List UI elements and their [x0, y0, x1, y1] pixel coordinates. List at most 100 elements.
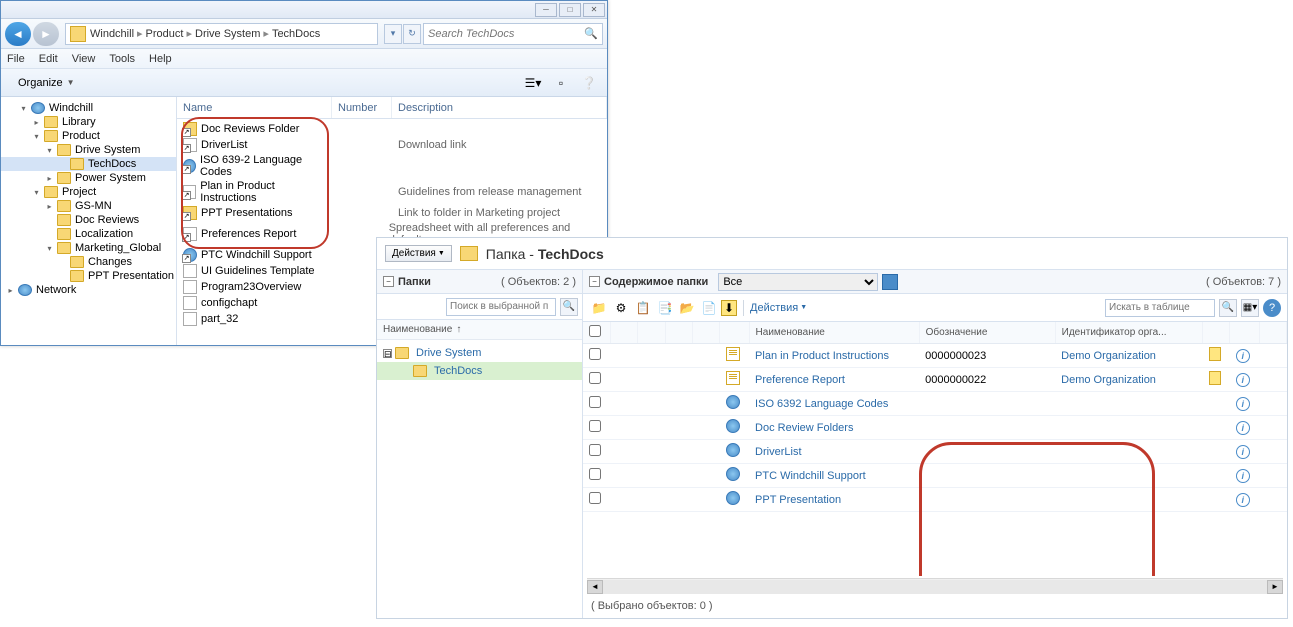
search-input[interactable] [428, 28, 584, 40]
tree-toggle-icon[interactable]: ▸ [31, 117, 42, 128]
close-button[interactable]: ✕ [583, 3, 605, 17]
new-folder-icon[interactable]: 📁 [589, 298, 609, 318]
scroll-left-button[interactable]: ◄ [587, 580, 603, 594]
tree-item[interactable]: Doc Reviews [1, 213, 176, 227]
tree-item[interactable]: ▾Drive System [1, 143, 176, 157]
column-number[interactable]: Number [332, 97, 392, 118]
breadcrumb[interactable]: Windchill▸ Product▸ Drive System▸ TechDo… [65, 23, 378, 45]
help-icon[interactable]: ? [1263, 299, 1281, 317]
tree-item[interactable]: ▾Marketing_Global [1, 241, 176, 255]
table-row[interactable]: Doc Review Foldersi [583, 416, 1287, 440]
row-checkbox[interactable] [589, 444, 601, 456]
list-row[interactable]: Doc Reviews Folder [177, 121, 607, 137]
view-options-button[interactable]: ☰▾ [521, 73, 545, 93]
note-icon[interactable] [1209, 347, 1221, 361]
tree-item[interactable]: TechDocs [377, 362, 582, 380]
tree-item[interactable]: ▸Library [1, 115, 176, 129]
tree-item[interactable]: Localization [1, 227, 176, 241]
horizontal-scrollbar[interactable]: ◄ ► [587, 578, 1283, 594]
tree-toggle-icon[interactable]: ▸ [5, 285, 16, 296]
tree-item[interactable]: ▸Network [1, 283, 176, 297]
tree-item[interactable]: ▸Power System [1, 171, 176, 185]
folder-action-icon[interactable]: 📂 [677, 298, 697, 318]
help-button[interactable]: ❔ [577, 73, 601, 93]
table-row[interactable]: PPT Presentationi [583, 488, 1287, 512]
collapse-button[interactable]: − [589, 276, 600, 287]
search-icon[interactable]: 🔍 [1219, 299, 1237, 317]
scroll-right-button[interactable]: ► [1267, 580, 1283, 594]
table-search-input[interactable] [1105, 299, 1215, 317]
row-checkbox[interactable] [589, 396, 601, 408]
organize-button[interactable]: Organize ▼ [7, 73, 86, 93]
remove-icon[interactable]: 📑 [655, 298, 675, 318]
tree-item[interactable]: ⊟Drive System [377, 344, 582, 362]
breadcrumb-item[interactable]: Drive System [195, 28, 260, 40]
org-link[interactable]: Demo Organization [1061, 350, 1156, 362]
tree-toggle-icon[interactable]: ▾ [18, 103, 29, 114]
row-checkbox[interactable] [589, 420, 601, 432]
row-checkbox[interactable] [589, 348, 601, 360]
menu-tools[interactable]: Tools [109, 53, 135, 65]
list-row[interactable]: DriverListDownload link [177, 137, 607, 153]
info-icon[interactable]: i [1236, 469, 1250, 483]
add-icon[interactable]: 📋 [633, 298, 653, 318]
tree-item[interactable]: PPT Presentation [1, 269, 176, 283]
item-name-link[interactable]: PTC Windchill Support [755, 470, 866, 482]
row-checkbox[interactable] [589, 468, 601, 480]
breadcrumb-item[interactable]: Product [146, 28, 184, 40]
tree-item[interactable]: ▾Project [1, 185, 176, 199]
column-description[interactable]: Description [392, 97, 607, 118]
table-row[interactable]: Preference Report0000000022Demo Organiza… [583, 368, 1287, 392]
tree-toggle-icon[interactable]: ⊟ [383, 349, 392, 358]
back-button[interactable]: ◄ [5, 22, 31, 46]
tree-toggle-icon[interactable]: ▾ [31, 131, 42, 142]
search-box[interactable]: 🔍 [423, 23, 603, 45]
folder-search-input[interactable] [446, 298, 556, 316]
save-icon[interactable] [882, 274, 898, 290]
note-icon[interactable] [1209, 371, 1221, 385]
search-icon[interactable]: 🔍 [560, 298, 578, 316]
item-name-link[interactable]: PPT Presentation [755, 494, 841, 506]
item-name-link[interactable]: DriverList [755, 446, 801, 458]
breadcrumb-item[interactable]: TechDocs [272, 28, 320, 40]
tree-toggle-icon[interactable]: ▸ [44, 173, 55, 184]
list-row[interactable]: ISO 639-2 Language Codes [177, 153, 607, 179]
menu-help[interactable]: Help [149, 53, 172, 65]
minimize-button[interactable]: ─ [535, 3, 557, 17]
maximize-button[interactable]: □ [559, 3, 581, 17]
collapse-button[interactable]: − [383, 276, 394, 287]
info-icon[interactable]: i [1236, 397, 1250, 411]
column-designation[interactable]: Обозначение [919, 322, 1055, 344]
copy-icon[interactable]: 📄 [699, 298, 719, 318]
info-icon[interactable]: i [1236, 445, 1250, 459]
list-row[interactable]: Plan in Product InstructionsGuidelines f… [177, 179, 607, 205]
org-link[interactable]: Demo Organization [1061, 374, 1156, 386]
tree-toggle-icon[interactable]: ▾ [44, 243, 55, 254]
tree-item[interactable]: ▸GS-MN [1, 199, 176, 213]
actions-link[interactable]: Действия▼ [750, 302, 807, 314]
menu-file[interactable]: File [7, 53, 25, 65]
tree-header[interactable]: Наименование ↑ [377, 320, 582, 340]
table-row[interactable]: ISO 6392 Language Codes i [583, 392, 1287, 416]
tree-toggle-icon[interactable] [44, 215, 55, 226]
tree-toggle-icon[interactable]: ▾ [31, 187, 42, 198]
tree-toggle-icon[interactable]: ▾ [44, 145, 55, 156]
row-checkbox[interactable] [589, 492, 601, 504]
menu-view[interactable]: View [72, 53, 96, 65]
tree-toggle-icon[interactable] [57, 257, 68, 268]
table-row[interactable]: Plan in Product Instructions0000000023De… [583, 344, 1287, 368]
column-name[interactable]: Наименование [749, 322, 919, 344]
menu-edit[interactable]: Edit [39, 53, 58, 65]
select-all-checkbox[interactable] [589, 325, 601, 337]
preview-pane-button[interactable]: ▫ [549, 73, 573, 93]
actions-button[interactable]: Действия▼ [385, 245, 452, 262]
tree-item[interactable]: Changes [1, 255, 176, 269]
breadcrumb-item[interactable]: Windchill [90, 28, 134, 40]
new-doc-icon[interactable]: ⚙ [611, 298, 631, 318]
table-row[interactable]: DriverList i [583, 440, 1287, 464]
tree-item[interactable]: TechDocs [1, 157, 176, 171]
item-name-link[interactable]: Plan in Product Instructions [755, 350, 889, 362]
item-name-link[interactable]: ISO 6392 Language Codes [755, 398, 888, 410]
info-icon[interactable]: i [1236, 421, 1250, 435]
tree-item[interactable]: ▾Windchill [1, 101, 176, 115]
